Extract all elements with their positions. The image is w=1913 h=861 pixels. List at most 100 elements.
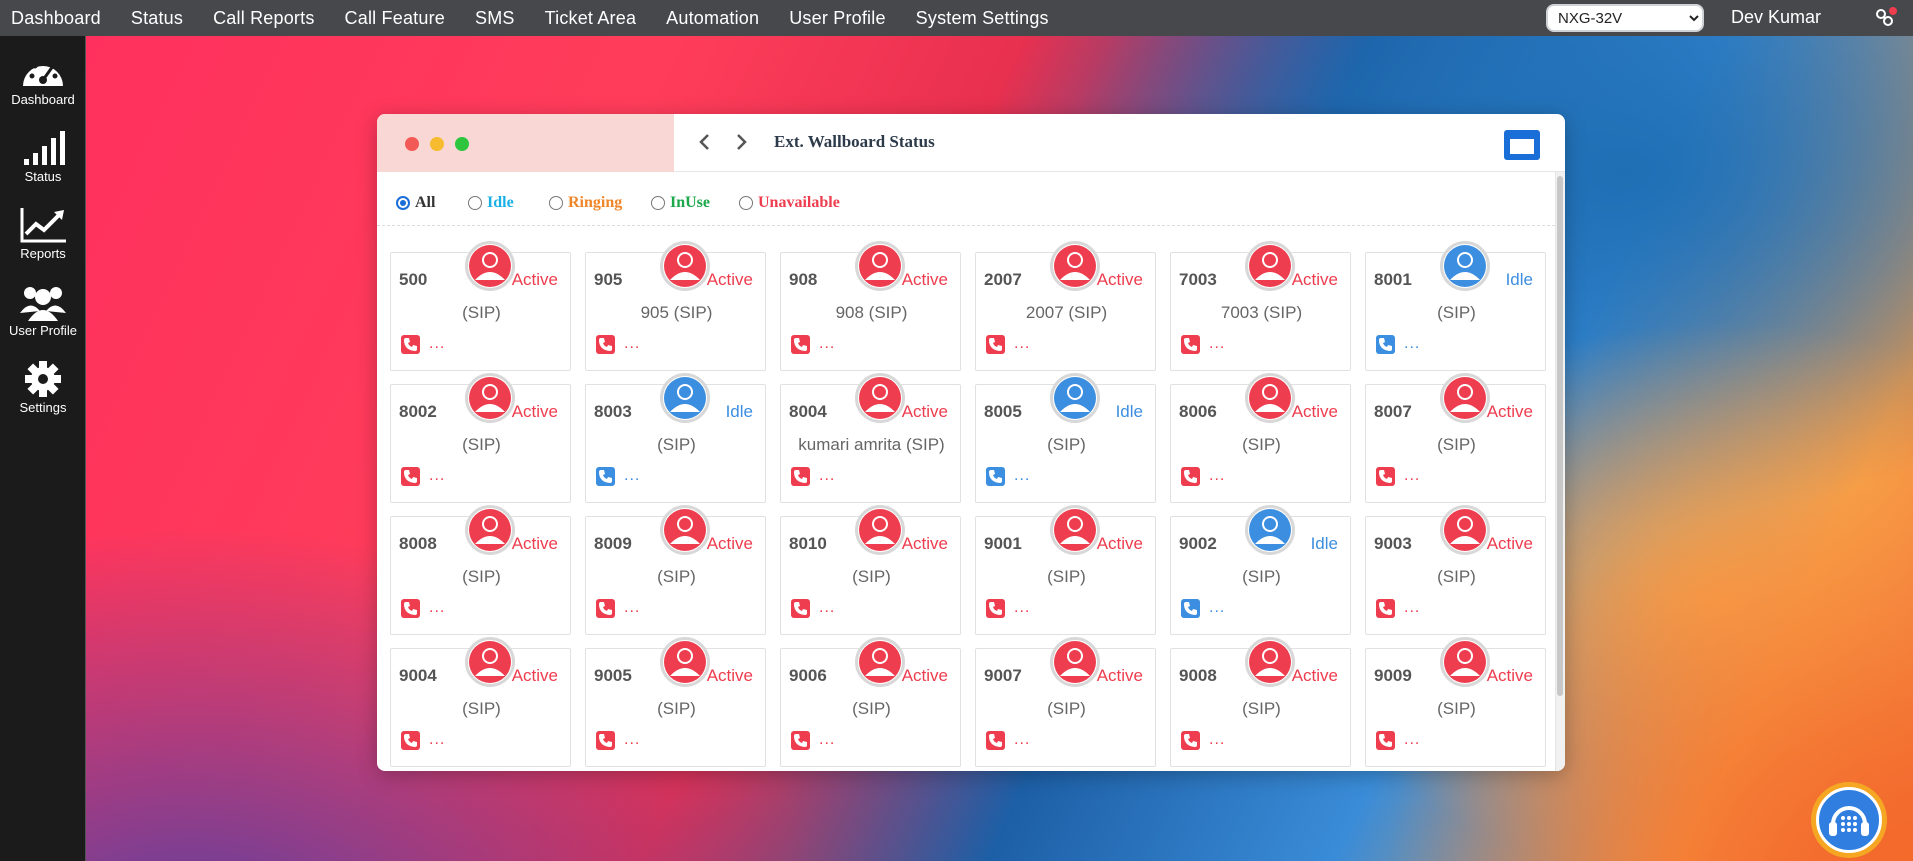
- more-info-dots[interactable]: ...: [1209, 467, 1225, 485]
- filter-radio[interactable]: [468, 196, 482, 210]
- extension-card[interactable]: 8010 Active (SIP)...: [780, 505, 961, 635]
- phone-icon[interactable]: [1376, 599, 1395, 618]
- more-info-dots[interactable]: ...: [1209, 599, 1225, 617]
- extension-card[interactable]: 8006 Active (SIP)...: [1170, 373, 1351, 503]
- extension-card[interactable]: 9001 Active (SIP)...: [975, 505, 1156, 635]
- phone-icon[interactable]: [1181, 467, 1200, 486]
- filter-unavailable[interactable]: Unavailable: [739, 194, 840, 212]
- top-menu-item-sms[interactable]: SMS: [475, 8, 515, 29]
- phone-icon[interactable]: [596, 731, 615, 750]
- top-menu-item-dashboard[interactable]: Dashboard: [11, 8, 101, 29]
- top-menu-item-user-profile[interactable]: User Profile: [789, 8, 885, 29]
- top-menu-item-system-settings[interactable]: System Settings: [916, 8, 1049, 29]
- phone-icon[interactable]: [791, 599, 810, 618]
- top-menu-item-status[interactable]: Status: [131, 8, 183, 29]
- more-info-dots[interactable]: ...: [429, 335, 445, 353]
- phone-icon[interactable]: [401, 731, 420, 750]
- more-info-dots[interactable]: ...: [624, 599, 640, 617]
- extension-card[interactable]: 9006 Active (SIP)...: [780, 637, 961, 767]
- top-menu-item-call-feature[interactable]: Call Feature: [345, 8, 445, 29]
- sidebar-item-reports[interactable]: Reports: [0, 206, 86, 278]
- filter-radio[interactable]: [396, 196, 410, 210]
- more-info-dots[interactable]: ...: [1209, 731, 1225, 749]
- sidebar-item-user-profile[interactable]: User Profile: [0, 283, 86, 355]
- phone-icon[interactable]: [596, 467, 615, 486]
- phone-icon[interactable]: [596, 599, 615, 618]
- phone-icon[interactable]: [1376, 467, 1395, 486]
- phone-icon[interactable]: [1376, 335, 1395, 354]
- top-menu-item-call-reports[interactable]: Call Reports: [213, 8, 314, 29]
- extension-card[interactable]: 8002 Active (SIP)...: [390, 373, 571, 503]
- more-info-dots[interactable]: ...: [1209, 335, 1225, 353]
- extension-card[interactable]: 8003 Idle (SIP)...: [585, 373, 766, 503]
- filter-idle[interactable]: Idle: [468, 194, 514, 212]
- phone-icon[interactable]: [791, 335, 810, 354]
- top-menu-item-automation[interactable]: Automation: [666, 8, 759, 29]
- more-info-dots[interactable]: ...: [1404, 335, 1420, 353]
- network-alert-icon[interactable]: [1874, 6, 1898, 30]
- more-info-dots[interactable]: ...: [1404, 599, 1420, 617]
- phone-icon[interactable]: [1181, 335, 1200, 354]
- more-info-dots[interactable]: ...: [1404, 731, 1420, 749]
- extension-card[interactable]: 8009 Active (SIP)...: [585, 505, 766, 635]
- filter-ringing[interactable]: Ringing: [549, 194, 622, 212]
- more-info-dots[interactable]: ...: [819, 335, 835, 353]
- extension-card[interactable]: 905 Active 905 (SIP)...: [585, 241, 766, 371]
- extension-card[interactable]: 908 Active 908 (SIP)...: [780, 241, 961, 371]
- extension-card[interactable]: 9004 Active (SIP)...: [390, 637, 571, 767]
- filter-radio[interactable]: [549, 196, 563, 210]
- more-info-dots[interactable]: ...: [429, 599, 445, 617]
- phone-icon[interactable]: [791, 731, 810, 750]
- back-arrow-icon[interactable]: [695, 131, 715, 153]
- more-info-dots[interactable]: ...: [1014, 731, 1030, 749]
- more-info-dots[interactable]: ...: [624, 335, 640, 353]
- close-window-button[interactable]: [405, 137, 419, 151]
- phone-icon[interactable]: [986, 731, 1005, 750]
- extension-card[interactable]: 500 Active (SIP)...: [390, 241, 571, 371]
- phone-icon[interactable]: [1376, 731, 1395, 750]
- phone-icon[interactable]: [986, 335, 1005, 354]
- filter-radio[interactable]: [739, 196, 753, 210]
- extension-card[interactable]: 8004 Active kumari amrita (SIP)...: [780, 373, 961, 503]
- extension-card[interactable]: 9009 Active (SIP)...: [1365, 637, 1546, 767]
- more-info-dots[interactable]: ...: [624, 467, 640, 485]
- top-menu-item-ticket-area[interactable]: Ticket Area: [545, 8, 637, 29]
- scrollbar-thumb[interactable]: [1557, 176, 1563, 696]
- extension-card[interactable]: 9007 Active (SIP)...: [975, 637, 1156, 767]
- extension-card[interactable]: 8001 Idle (SIP)...: [1365, 241, 1546, 371]
- more-info-dots[interactable]: ...: [624, 731, 640, 749]
- more-info-dots[interactable]: ...: [819, 467, 835, 485]
- extension-card[interactable]: 9003 Active (SIP)...: [1365, 505, 1546, 635]
- more-info-dots[interactable]: ...: [819, 731, 835, 749]
- sidebar-item-dashboard[interactable]: Dashboard: [0, 52, 86, 124]
- support-chat-button[interactable]: [1811, 782, 1887, 858]
- more-info-dots[interactable]: ...: [819, 599, 835, 617]
- filter-radio[interactable]: [651, 196, 665, 210]
- phone-icon[interactable]: [401, 335, 420, 354]
- extension-card[interactable]: 9008 Active (SIP)...: [1170, 637, 1351, 767]
- extension-card[interactable]: 8008 Active (SIP)...: [390, 505, 571, 635]
- more-info-dots[interactable]: ...: [1014, 335, 1030, 353]
- more-info-dots[interactable]: ...: [429, 731, 445, 749]
- extension-card[interactable]: 2007 Active 2007 (SIP)...: [975, 241, 1156, 371]
- phone-icon[interactable]: [986, 599, 1005, 618]
- phone-icon[interactable]: [986, 467, 1005, 486]
- extension-card[interactable]: 8005 Idle (SIP)...: [975, 373, 1156, 503]
- more-info-dots[interactable]: ...: [1404, 467, 1420, 485]
- filter-inuse[interactable]: InUse: [651, 194, 710, 212]
- zoom-window-button[interactable]: [455, 137, 469, 151]
- extension-card[interactable]: 9005 Active (SIP)...: [585, 637, 766, 767]
- sidebar-item-status[interactable]: Status: [0, 129, 86, 201]
- sidebar-item-settings[interactable]: Settings: [0, 360, 86, 432]
- phone-icon[interactable]: [401, 467, 420, 486]
- phone-icon[interactable]: [401, 599, 420, 618]
- forward-arrow-icon[interactable]: [731, 131, 751, 153]
- more-info-dots[interactable]: ...: [429, 467, 445, 485]
- filter-all[interactable]: All: [396, 194, 435, 212]
- phone-icon[interactable]: [791, 467, 810, 486]
- extension-card[interactable]: 9002 Idle (SIP)...: [1170, 505, 1351, 635]
- device-select[interactable]: NXG-32V: [1546, 4, 1704, 32]
- phone-icon[interactable]: [1181, 731, 1200, 750]
- user-name[interactable]: Dev Kumar: [1731, 7, 1821, 28]
- maximize-button[interactable]: [1504, 130, 1540, 160]
